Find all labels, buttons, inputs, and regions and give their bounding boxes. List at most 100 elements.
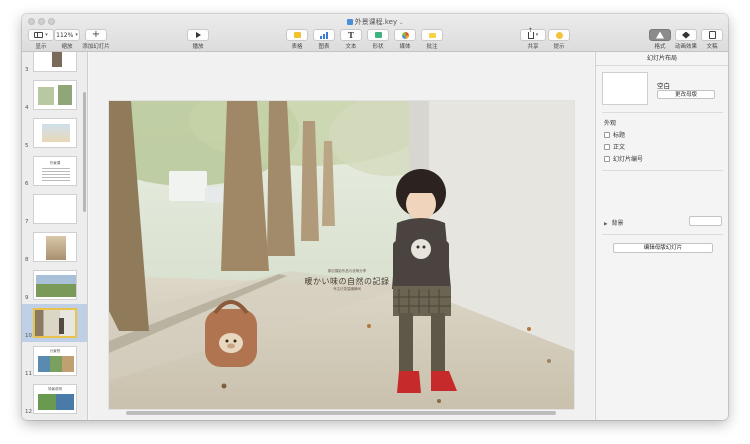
document-icon xyxy=(708,31,716,39)
comment-label: 批注 xyxy=(426,44,438,50)
comment-icon xyxy=(428,32,436,38)
slide-number: 11 xyxy=(25,371,32,377)
slide-thumbnail-5[interactable]: 5 xyxy=(22,114,87,152)
toolbar: 外景课程.key ⌄ ▾ 显示 112% ▾ 缩放 + 添加幻灯片 播放 表格 图表 xyxy=(22,14,728,52)
text-icon: T xyxy=(348,30,354,40)
slide-number: 6 xyxy=(25,181,29,187)
slide-preview: 场景说明 xyxy=(33,384,77,414)
play-button[interactable]: 播放 xyxy=(181,29,215,50)
thumb-child-figure xyxy=(59,318,64,334)
thumb-photo xyxy=(42,124,70,142)
play-icon xyxy=(195,32,201,38)
document-label: 文稿 xyxy=(706,44,718,50)
appearance-heading: 外观 xyxy=(604,120,617,127)
slide-number: 5 xyxy=(25,143,29,149)
background-label: 背景 xyxy=(611,220,624,227)
slide-preview xyxy=(33,270,77,300)
slide-canvas[interactable]: 原创摄影作品与说明分享 暖かい味の自然の記録 专注记录温暖瞬间 xyxy=(89,52,594,420)
keynote-window: 外景课程.key ⌄ ▾ 显示 112% ▾ 缩放 + 添加幻灯片 播放 表格 图表 xyxy=(22,14,728,420)
play-label: 播放 xyxy=(192,44,204,50)
title-checkbox[interactable]: 标题 xyxy=(604,130,625,139)
slide-thumbnail-10[interactable]: 10 xyxy=(22,304,87,342)
checkbox-label: 正文 xyxy=(613,144,626,151)
document-panel-button[interactable]: 文稿 xyxy=(695,29,728,50)
slide-thumbnail-11[interactable]: 11 分景别 xyxy=(22,342,87,380)
inspector-header: 幻灯片布局 xyxy=(596,52,728,66)
thumb-photo xyxy=(35,310,75,336)
chevron-down-icon: ▾ xyxy=(535,32,539,38)
checkbox-box[interactable] xyxy=(604,143,610,150)
chevron-down-icon: ▾ xyxy=(75,32,78,38)
slide-preview xyxy=(33,308,77,338)
checkbox-label: 标题 xyxy=(613,132,626,139)
shape-icon xyxy=(374,32,382,38)
keynote-doc-icon xyxy=(346,19,353,25)
background-color-well[interactable] xyxy=(689,216,722,226)
checkbox-box[interactable] xyxy=(604,131,610,138)
checkbox-box[interactable] xyxy=(604,155,610,162)
thumb-photo xyxy=(36,275,76,297)
animate-diamond-icon xyxy=(682,31,690,39)
disclosure-triangle-icon[interactable]: ▶ xyxy=(604,222,607,227)
slide-preview xyxy=(33,232,77,262)
slide-thumbnail-12[interactable]: 12 场景说明 xyxy=(22,380,87,418)
add-slide-button[interactable]: + 添加幻灯片 xyxy=(79,29,113,50)
slide-number: 7 xyxy=(25,219,29,225)
thumb-caption: 外景课 xyxy=(49,161,61,165)
current-slide[interactable]: 原创摄影作品与说明分享 暖かい味の自然の記録 专注记录温暖瞬间 xyxy=(109,101,574,409)
tips-button[interactable]: 提示 xyxy=(542,29,576,50)
slide-thumbnail-6[interactable]: 6 外景课 xyxy=(22,152,87,190)
navigator-scrollbar[interactable] xyxy=(83,92,86,212)
slide-thumbnail-8[interactable]: 8 xyxy=(22,228,87,266)
background-disclosure[interactable]: ▶ 背景 xyxy=(604,218,623,227)
window-title-text: 外景课程.key xyxy=(354,18,398,26)
slide-pretitle[interactable]: 原创摄影作品与说明分享 xyxy=(297,269,397,274)
slide-number: 3 xyxy=(25,67,29,73)
zoom-value: 112% xyxy=(56,31,74,39)
slide-thumbnail-3[interactable]: 3 xyxy=(22,52,87,76)
divider xyxy=(602,234,723,235)
add-slide-label: 添加幻灯片 xyxy=(82,44,110,50)
slide-photo xyxy=(109,101,574,409)
view-icon xyxy=(34,32,44,38)
share-icon xyxy=(527,27,534,39)
slide-navigator[interactable]: 3 4 5 6 外景课 7 8 9 10 11 分景别 12 场景说明 xyxy=(22,52,88,420)
checkbox-label: 幻灯片编号 xyxy=(613,156,644,163)
change-master-button[interactable]: 更改母版 xyxy=(657,90,715,99)
format-brush-icon xyxy=(656,31,664,39)
thumb-caption: 分景别 xyxy=(49,349,61,353)
slide-title[interactable]: 暖かい味の自然の記録 xyxy=(287,276,407,287)
lightbulb-icon xyxy=(555,31,563,39)
divider xyxy=(602,112,723,113)
format-inspector: 幻灯片布局 空白 更改母版 外观 标题 正文 幻灯片编号 ▶ 背景 编辑母版幻灯片 xyxy=(595,52,728,420)
thumb-caption: 场景说明 xyxy=(48,387,62,391)
body-checkbox[interactable]: 正文 xyxy=(604,142,625,151)
canvas-horizontal-scrollbar[interactable] xyxy=(126,411,556,415)
tips-label: 提示 xyxy=(553,44,565,50)
slide-thumbnail-7[interactable]: 7 xyxy=(22,190,87,228)
slide-preview xyxy=(33,194,77,224)
slide-preview xyxy=(33,118,77,148)
thumb-text-lines xyxy=(42,168,70,181)
slide-number: 10 xyxy=(25,333,32,339)
master-preview[interactable] xyxy=(602,72,648,105)
slide-thumbnail-4[interactable]: 4 xyxy=(22,76,87,114)
title-menu-chevron-icon[interactable]: ⌄ xyxy=(399,20,403,26)
slide-preview xyxy=(33,52,77,72)
slide-number-checkbox[interactable]: 幻灯片编号 xyxy=(604,154,643,163)
thumb-photo xyxy=(58,85,72,105)
thumb-photo-grid xyxy=(38,356,74,372)
thumb-photo xyxy=(52,52,62,67)
window-title: 外景课程.key ⌄ xyxy=(22,17,728,27)
media-icon xyxy=(401,31,409,39)
slide-preview xyxy=(33,80,77,110)
slide-thumbnail-9[interactable]: 9 xyxy=(22,266,87,304)
slide-subtitle[interactable]: 专注记录温暖瞬间 xyxy=(287,287,407,292)
divider xyxy=(602,170,723,171)
table-icon xyxy=(293,32,301,38)
comment-button[interactable]: 批注 xyxy=(415,29,449,50)
thumb-photo xyxy=(46,236,66,260)
edit-master-slide-button[interactable]: 编辑母版幻灯片 xyxy=(613,243,713,253)
slide-number: 8 xyxy=(25,257,29,263)
plus-icon: + xyxy=(91,29,101,40)
